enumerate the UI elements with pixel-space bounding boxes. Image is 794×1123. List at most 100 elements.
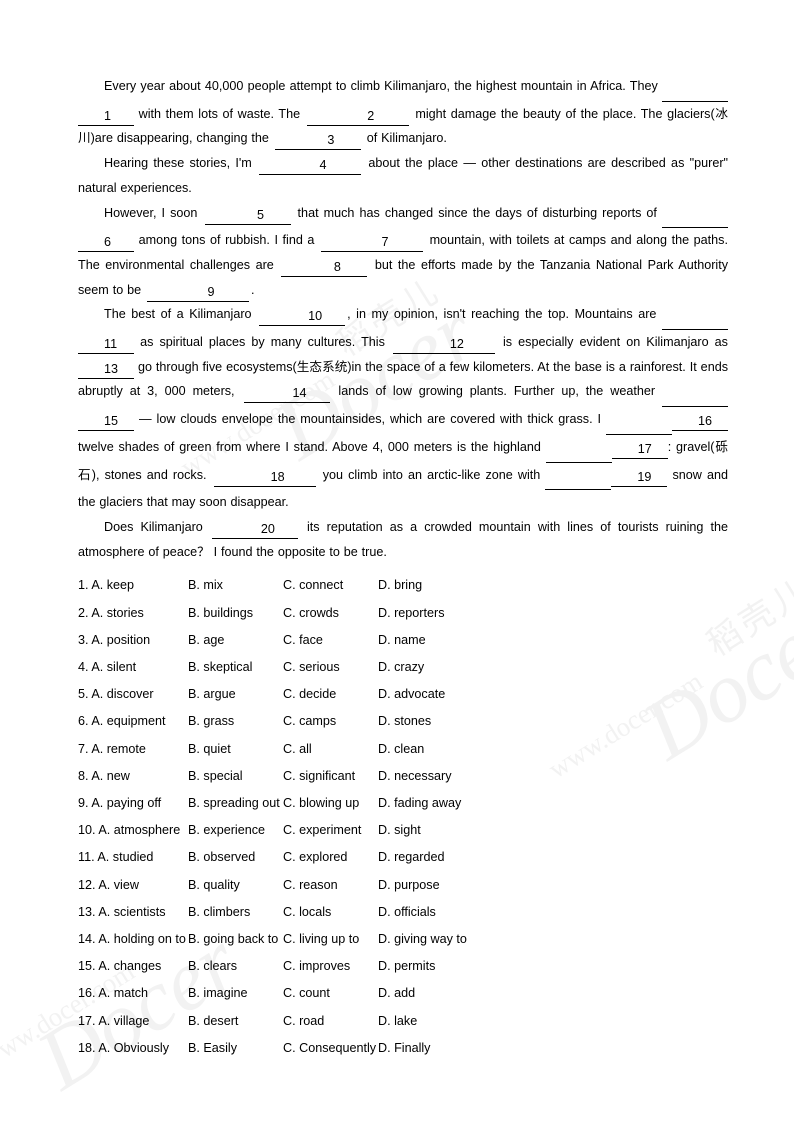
cloze-blank-continuation[interactable] <box>545 465 612 491</box>
option-a-label[interactable]: A. remote <box>91 742 146 756</box>
option-b[interactable]: B. climbers <box>188 899 283 926</box>
option-a-label[interactable]: A. changes <box>98 959 161 973</box>
option-b[interactable]: B. imagine <box>188 980 283 1007</box>
question-label-and-option-a[interactable]: 8. A. new <box>78 763 188 790</box>
cloze-blank-4[interactable]: 4 <box>259 157 362 176</box>
cloze-blank-15[interactable]: 15 <box>78 413 134 432</box>
question-label-and-option-a[interactable]: 12. A. view <box>78 872 188 899</box>
question-label-and-option-a[interactable]: 4. A. silent <box>78 654 188 681</box>
option-b[interactable]: B. quality <box>188 872 283 899</box>
question-label-and-option-a[interactable]: 11. A. studied <box>78 844 188 871</box>
question-label-and-option-a[interactable]: 10. A. atmosphere <box>78 817 188 844</box>
option-a-label[interactable]: A. new <box>91 769 130 783</box>
option-c[interactable]: C. all <box>283 736 378 763</box>
option-b[interactable]: B. age <box>188 627 283 654</box>
option-c[interactable]: C. road <box>283 1008 378 1035</box>
question-label-and-option-a[interactable]: 6. A. equipment <box>78 708 188 735</box>
option-c[interactable]: C. decide <box>283 681 378 708</box>
option-a-label[interactable]: A. studied <box>97 850 153 864</box>
option-d[interactable]: D. permits <box>378 953 435 980</box>
option-c[interactable]: C. experiment <box>283 817 378 844</box>
option-b[interactable]: B. argue <box>188 681 283 708</box>
option-c[interactable]: C. reason <box>283 872 378 899</box>
question-label-and-option-a[interactable]: 9. A. paying off <box>78 790 188 817</box>
option-a-label[interactable]: A. Obviously <box>98 1041 169 1055</box>
option-d[interactable]: D. reporters <box>378 600 445 627</box>
cloze-blank-19[interactable]: 19 <box>611 469 668 487</box>
option-d[interactable]: D. advocate <box>378 681 445 708</box>
option-a-label[interactable]: A. silent <box>91 660 136 674</box>
option-b[interactable]: B. clears <box>188 953 283 980</box>
question-label-and-option-a[interactable]: 16. A. match <box>78 980 188 1007</box>
cloze-blank-continuation[interactable] <box>662 304 728 331</box>
cloze-blank-7[interactable]: 7 <box>321 234 423 253</box>
option-b[interactable]: B. grass <box>188 708 283 735</box>
option-d[interactable]: D. regarded <box>378 844 445 871</box>
question-label-and-option-a[interactable]: 1. A. keep <box>78 572 188 599</box>
option-a-label[interactable]: A. village <box>98 1014 149 1028</box>
cloze-blank-continuation[interactable] <box>545 437 612 463</box>
option-d[interactable]: D. officials <box>378 899 436 926</box>
option-d[interactable]: D. sight <box>378 817 421 844</box>
option-a-label[interactable]: A. holding on to <box>98 932 186 946</box>
option-b[interactable]: B. spreading out <box>188 790 283 817</box>
option-b[interactable]: B. desert <box>188 1008 283 1035</box>
cloze-blank-continuation[interactable] <box>662 381 728 408</box>
cloze-blank-9[interactable]: 9 <box>147 284 250 302</box>
option-a-label[interactable]: A. position <box>91 633 150 647</box>
question-label-and-option-a[interactable]: 15. A. changes <box>78 953 188 980</box>
option-b[interactable]: B. mix <box>188 572 283 599</box>
option-d[interactable]: D. purpose <box>378 872 440 899</box>
option-d[interactable]: D. giving way to <box>378 926 467 953</box>
cloze-blank-5[interactable]: 5 <box>204 207 291 225</box>
option-a-label[interactable]: A. equipment <box>91 714 165 728</box>
option-d[interactable]: D. add <box>378 980 415 1007</box>
cloze-blank-2[interactable]: 2 <box>306 108 409 126</box>
option-d[interactable]: D. bring <box>378 572 422 599</box>
option-b[interactable]: B. quiet <box>188 736 283 763</box>
question-label-and-option-a[interactable]: 18. A. Obviously <box>78 1035 188 1062</box>
option-b[interactable]: B. observed <box>188 844 283 871</box>
option-b[interactable]: B. experience <box>188 817 283 844</box>
cloze-blank-continuation[interactable] <box>662 76 728 102</box>
option-a-label[interactable]: A. discover <box>91 687 153 701</box>
option-d[interactable]: D. lake <box>378 1008 417 1035</box>
option-a-label[interactable]: A. scientists <box>98 905 165 919</box>
cloze-blank-8[interactable]: 8 <box>281 259 368 277</box>
option-b[interactable]: B. skeptical <box>188 654 283 681</box>
question-label-and-option-a[interactable]: 2. A. stories <box>78 600 188 627</box>
cloze-blank-12[interactable]: 12 <box>392 336 495 355</box>
cloze-blank-18[interactable]: 18 <box>213 469 316 487</box>
question-label-and-option-a[interactable]: 5. A. discover <box>78 681 188 708</box>
question-label-and-option-a[interactable]: 13. A. scientists <box>78 899 188 926</box>
option-c[interactable]: C. serious <box>283 654 378 681</box>
question-label-and-option-a[interactable]: 14. A. holding on to <box>78 926 188 953</box>
question-label-and-option-a[interactable]: 7. A. remote <box>78 736 188 763</box>
option-c[interactable]: C. improves <box>283 953 378 980</box>
cloze-blank-10[interactable]: 10 <box>259 308 346 327</box>
option-b[interactable]: B. buildings <box>188 600 283 627</box>
option-c[interactable]: C. face <box>283 627 378 654</box>
question-label-and-option-a[interactable]: 17. A. village <box>78 1008 188 1035</box>
option-a-label[interactable]: A. atmosphere <box>98 823 180 837</box>
option-d[interactable]: D. fading away <box>378 790 461 817</box>
option-a-label[interactable]: A. view <box>98 878 139 892</box>
option-c[interactable]: C. connect <box>283 572 378 599</box>
option-a-label[interactable]: A. match <box>98 986 148 1000</box>
cloze-blank-20[interactable]: 20 <box>211 521 298 539</box>
cloze-blank-13[interactable]: 13 <box>78 361 134 379</box>
option-d[interactable]: D. clean <box>378 736 424 763</box>
option-d[interactable]: D. name <box>378 627 426 654</box>
cloze-blank-1[interactable]: 1 <box>78 108 134 126</box>
option-a-label[interactable]: A. paying off <box>91 796 161 810</box>
option-d[interactable]: D. Finally <box>378 1035 430 1062</box>
option-c[interactable]: C. count <box>283 980 378 1007</box>
option-b[interactable]: B. going back to <box>188 926 283 953</box>
option-c[interactable]: C. blowing up <box>283 790 378 817</box>
option-a-label[interactable]: A. keep <box>91 578 134 592</box>
option-c[interactable]: C. camps <box>283 708 378 735</box>
option-d[interactable]: D. necessary <box>378 763 452 790</box>
option-b[interactable]: B. special <box>188 763 283 790</box>
cloze-blank-continuation[interactable] <box>606 409 672 435</box>
option-c[interactable]: C. explored <box>283 844 378 871</box>
